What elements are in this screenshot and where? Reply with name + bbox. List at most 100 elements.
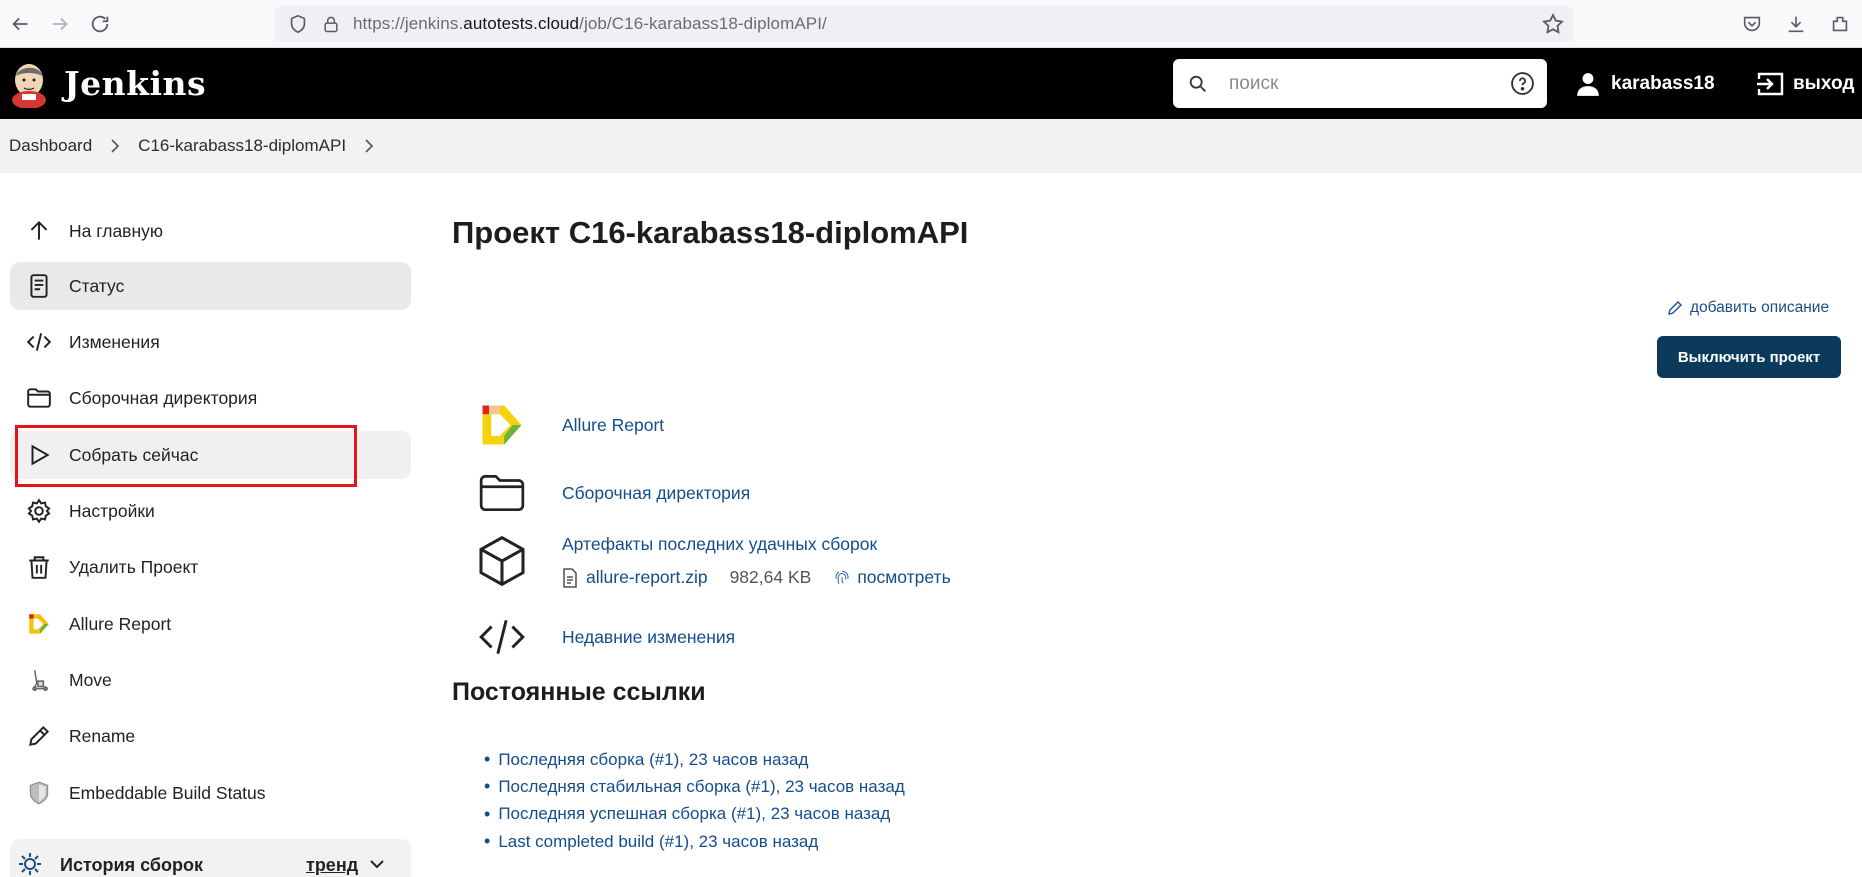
sidebar-item-label: На главную xyxy=(69,220,164,241)
artifacts-row: Артефакты последних удачных сборок xyxy=(472,533,877,589)
artifacts-link[interactable]: Артефакты последних удачных сборок xyxy=(562,534,877,555)
sidebar-item-home[interactable]: На главную xyxy=(10,207,411,255)
folder-icon[interactable] xyxy=(472,465,532,521)
permalink-last-stable[interactable]: Последняя стабильная сборка (#1), 23 час… xyxy=(498,777,904,797)
sidebar-item-label: Allure Report xyxy=(69,613,172,634)
artifact-view-link[interactable]: посмотреть xyxy=(857,567,950,588)
sidebar-item-status[interactable]: Статус xyxy=(10,262,411,310)
forward-icon[interactable] xyxy=(40,4,80,44)
sidebar-item-label: Настройки xyxy=(69,500,155,521)
code-icon xyxy=(26,329,52,355)
url-bar[interactable]: https://jenkins.autotests.cloud/job/C16-… xyxy=(275,6,1573,42)
search-box[interactable] xyxy=(1173,59,1547,108)
jenkins-logo[interactable]: Jenkins xyxy=(8,60,206,108)
arrow-up-icon xyxy=(26,218,52,244)
list-item: Последняя стабильная сборка (#1), 23 час… xyxy=(484,773,904,800)
sidebar-item-move[interactable]: Move xyxy=(10,656,411,704)
sidebar-item-allure[interactable]: Allure Report xyxy=(10,600,411,648)
download-icon[interactable] xyxy=(1774,4,1818,44)
move-icon xyxy=(26,667,52,693)
chevron-right-icon[interactable] xyxy=(110,139,120,153)
jenkins-header: Jenkins karabass18 выход xyxy=(0,48,1862,119)
permalink-last-build[interactable]: Последняя сборка (#1), 23 часов назад xyxy=(498,750,808,770)
permalinks-title: Постоянные ссылки xyxy=(452,678,706,706)
workspace-link[interactable]: Сборочная директория xyxy=(562,483,750,504)
trend-link[interactable]: тренд xyxy=(306,855,358,876)
search-input[interactable] xyxy=(1229,72,1489,95)
box-icon[interactable] xyxy=(472,533,532,589)
permalink-last-successful[interactable]: Последняя успешная сборка (#1), 23 часов… xyxy=(498,804,890,824)
logout-icon xyxy=(1757,72,1784,95)
pencil-icon xyxy=(26,723,52,749)
highlight-annotation xyxy=(15,425,357,487)
list-item: Последняя сборка (#1), 23 часов назад xyxy=(484,746,905,773)
reload-icon[interactable] xyxy=(80,4,120,44)
page-title: Проект C16-karabass18-diplomAPI xyxy=(452,215,969,250)
workspace-row: Сборочная директория xyxy=(472,465,750,521)
logout-label[interactable]: выход xyxy=(1793,73,1854,95)
pencil-icon xyxy=(1668,301,1682,315)
list-item: Last completed build (#1), 23 часов наза… xyxy=(484,828,905,855)
fingerprint-icon[interactable] xyxy=(833,569,851,587)
chevron-down-icon[interactable] xyxy=(368,857,386,871)
recent-changes-row: Недавние изменения xyxy=(472,609,735,665)
allure-report-row: Allure Report xyxy=(472,397,664,453)
jenkins-brand[interactable]: Jenkins xyxy=(64,64,206,103)
back-icon[interactable] xyxy=(0,4,40,44)
gear-icon xyxy=(26,498,52,524)
sidebar-item-label: Изменения xyxy=(69,331,160,352)
permalink-last-completed[interactable]: Last completed build (#1), 23 часов наза… xyxy=(498,832,818,852)
sidebar-item-label: Rename xyxy=(69,725,136,746)
artifact-file-link[interactable]: allure-report.zip xyxy=(586,567,708,588)
bookmark-star-icon[interactable] xyxy=(1541,12,1565,36)
sidebar-item-changes[interactable]: Изменения xyxy=(10,318,411,366)
disable-project-button[interactable]: Выключить проект xyxy=(1657,336,1841,378)
sidebar-item-label: Сборочная директория xyxy=(69,387,258,408)
user-icon xyxy=(1577,72,1599,96)
build-history-icon xyxy=(19,853,41,875)
build-history-header: История сборок тренд xyxy=(10,839,411,877)
sidebar-item-label: Удалить Проект xyxy=(69,556,199,577)
url-text[interactable]: https://jenkins.autotests.cloud/job/C16-… xyxy=(353,14,827,34)
artifact-size: 982,64 KB xyxy=(729,567,812,587)
help-icon[interactable] xyxy=(1510,71,1535,96)
pocket-icon[interactable] xyxy=(1730,4,1774,44)
username[interactable]: karabass18 xyxy=(1611,73,1715,95)
shield-badge-icon xyxy=(26,780,52,806)
sidebar-item-embeddable-status[interactable]: Embeddable Build Status xyxy=(10,769,411,817)
lock-icon[interactable] xyxy=(321,14,341,34)
add-description-label[interactable]: добавить описание xyxy=(1690,299,1829,317)
recent-changes-link[interactable]: Недавние изменения xyxy=(562,627,735,648)
user-menu[interactable]: karabass18 xyxy=(1575,48,1715,119)
sidebar-item-settings[interactable]: Настройки xyxy=(10,487,411,535)
jenkins-butler-icon xyxy=(12,63,46,108)
breadcrumb-job[interactable]: C16-karabass18-diplomAPI xyxy=(138,136,346,156)
extensions-icon[interactable] xyxy=(1818,4,1862,44)
allure-report-link[interactable]: Allure Report xyxy=(562,415,664,436)
allure-icon[interactable] xyxy=(472,397,532,453)
artifact-entry: allure-report.zip 982,64 KB посмотреть xyxy=(562,567,951,588)
chevron-right-icon[interactable] xyxy=(364,139,374,153)
file-icon xyxy=(563,567,577,588)
search-icon xyxy=(1189,75,1206,92)
browser-toolbar: https://jenkins.autotests.cloud/job/C16-… xyxy=(0,0,1862,48)
add-description-link[interactable]: добавить описание xyxy=(1666,299,1829,317)
sidebar-item-delete[interactable]: Удалить Проект xyxy=(10,543,411,591)
logout-link[interactable]: выход xyxy=(1755,48,1854,119)
document-icon xyxy=(26,273,52,299)
breadcrumb: Dashboard C16-karabass18-diplomAPI xyxy=(0,119,1862,173)
permalinks-list: Последняя сборка (#1), 23 часов назад По… xyxy=(484,746,905,855)
sidebar-item-label: Embeddable Build Status xyxy=(69,782,266,803)
allure-icon xyxy=(26,611,52,637)
sidebar-item-workspace[interactable]: Сборочная директория xyxy=(10,374,411,422)
trash-icon xyxy=(26,554,52,580)
list-item: Последняя успешная сборка (#1), 23 часов… xyxy=(484,801,905,828)
sidebar-item-label: Move xyxy=(69,669,112,690)
folder-icon xyxy=(26,385,52,411)
build-history-label: История сборок xyxy=(60,855,203,875)
code-icon[interactable] xyxy=(472,609,532,665)
sidebar-item-rename[interactable]: Rename xyxy=(10,712,411,760)
shield-icon[interactable] xyxy=(287,13,309,35)
breadcrumb-dashboard[interactable]: Dashboard xyxy=(9,136,92,156)
sidebar-item-label: Статус xyxy=(69,275,125,296)
